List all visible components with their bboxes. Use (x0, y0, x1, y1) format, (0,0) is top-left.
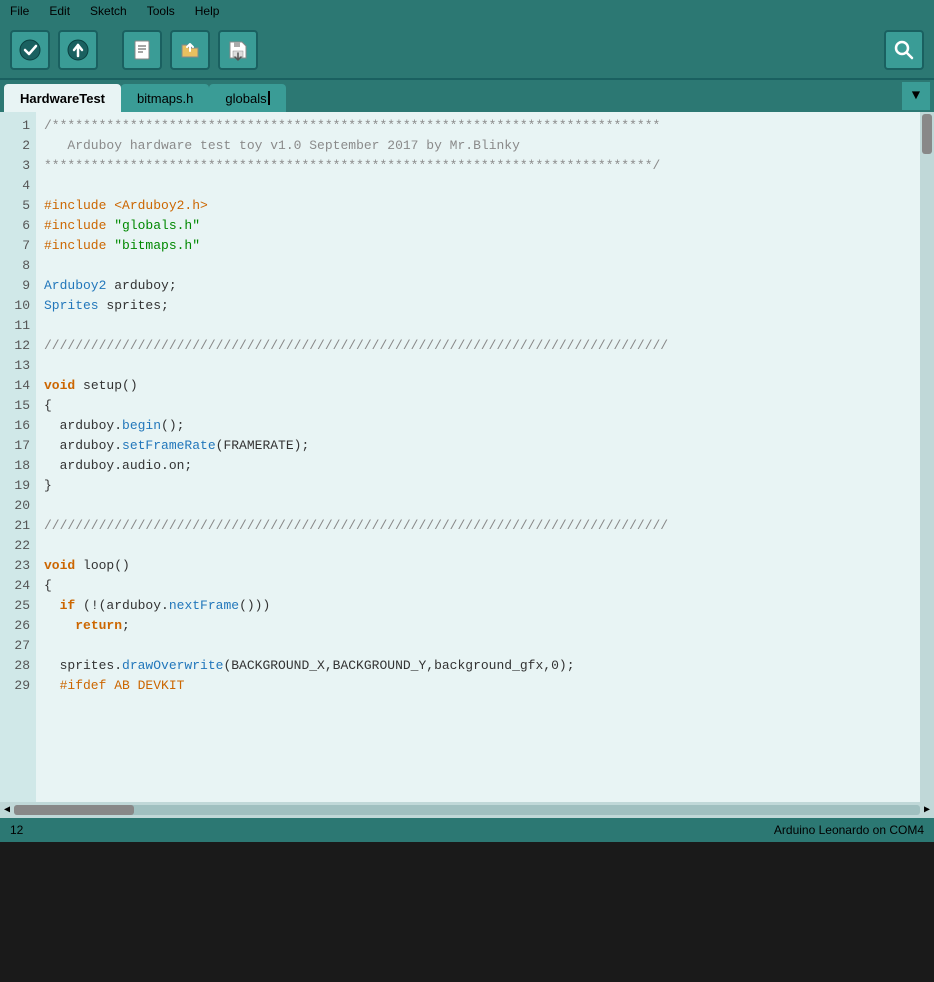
line-num-6: 6 (0, 216, 36, 236)
line-num-19: 19 (0, 476, 36, 496)
code-line-9: Arduboy2 arduboy; (44, 276, 912, 296)
code-line-13 (44, 356, 912, 376)
line-num-11: 11 (0, 316, 36, 336)
line-num-1: 1 (0, 116, 36, 136)
menu-file[interactable]: File (6, 2, 33, 20)
code-line-12: ////////////////////////////////////////… (44, 336, 912, 356)
code-line-8 (44, 256, 912, 276)
line-num-14: 14 (0, 376, 36, 396)
line-num-25: 25 (0, 596, 36, 616)
code-line-15: { (44, 396, 912, 416)
statusbar: 12 Arduino Leonardo on COM4 (0, 818, 934, 842)
line-num-15: 15 (0, 396, 36, 416)
console-area (0, 842, 934, 902)
hscrollbar-track[interactable] (14, 805, 920, 815)
vscrollbar-thumb[interactable] (922, 114, 932, 154)
code-line-5: #include <Arduboy2.h> (44, 196, 912, 216)
hscrollbar-left-button[interactable]: ◀ (0, 802, 14, 818)
menubar: File Edit Sketch Tools Help (0, 0, 934, 22)
verify-button[interactable] (10, 30, 50, 70)
menu-tools[interactable]: Tools (143, 2, 179, 20)
code-line-7: #include "bitmaps.h" (44, 236, 912, 256)
line-numbers: 1 2 3 4 5 6 7 8 9 10 11 12 13 14 15 16 1… (0, 112, 36, 802)
code-line-1: /***************************************… (44, 116, 912, 136)
tabs-bar: HardwareTest bitmaps.h globals ▼ (0, 80, 934, 112)
line-num-23: 23 (0, 556, 36, 576)
code-line-28: sprites.drawOverwrite(BACKGROUND_X,BACKG… (44, 656, 912, 676)
line-num-13: 13 (0, 356, 36, 376)
code-line-4 (44, 176, 912, 196)
code-line-14: void setup() (44, 376, 912, 396)
code-line-2: Arduboy hardware test toy v1.0 September… (44, 136, 912, 156)
status-board-info: Arduino Leonardo on COM4 (774, 823, 924, 837)
code-line-3: ****************************************… (44, 156, 912, 176)
tab-bitmaps[interactable]: bitmaps.h (121, 84, 209, 112)
line-num-26: 26 (0, 616, 36, 636)
line-num-21: 21 (0, 516, 36, 536)
code-line-11 (44, 316, 912, 336)
line-num-4: 4 (0, 176, 36, 196)
code-line-16: arduboy.begin(); (44, 416, 912, 436)
code-line-18: arduboy.audio.on; (44, 456, 912, 476)
save-button[interactable] (218, 30, 258, 70)
code-line-26: return; (44, 616, 912, 636)
search-button[interactable] (884, 30, 924, 70)
menu-sketch[interactable]: Sketch (86, 2, 131, 20)
line-num-16: 16 (0, 416, 36, 436)
line-num-9: 9 (0, 276, 36, 296)
line-num-20: 20 (0, 496, 36, 516)
editor: 1 2 3 4 5 6 7 8 9 10 11 12 13 14 15 16 1… (0, 112, 934, 802)
open-button[interactable] (170, 30, 210, 70)
toolbar (0, 22, 934, 80)
menu-edit[interactable]: Edit (45, 2, 74, 20)
cursor-in-tab (268, 91, 270, 105)
line-num-2: 2 (0, 136, 36, 156)
line-num-24: 24 (0, 576, 36, 596)
line-num-8: 8 (0, 256, 36, 276)
line-num-17: 17 (0, 436, 36, 456)
vertical-scrollbar[interactable] (920, 112, 934, 802)
code-line-6: #include "globals.h" (44, 216, 912, 236)
upload-button[interactable] (58, 30, 98, 70)
tab-globals-label: globals (225, 91, 266, 106)
code-line-10: Sprites sprites; (44, 296, 912, 316)
line-num-29: 29 (0, 676, 36, 696)
tab-dropdown-button[interactable]: ▼ (902, 82, 930, 110)
tab-globals[interactable]: globals (209, 84, 285, 112)
code-line-20 (44, 496, 912, 516)
hscrollbar-thumb[interactable] (14, 805, 134, 815)
line-num-28: 28 (0, 656, 36, 676)
code-line-23: void loop() (44, 556, 912, 576)
status-line-number: 12 (10, 823, 23, 837)
horizontal-scrollbar[interactable]: ◀ ▶ (0, 802, 934, 818)
hscrollbar-right-button[interactable]: ▶ (920, 802, 934, 818)
line-num-5: 5 (0, 196, 36, 216)
line-num-3: 3 (0, 156, 36, 176)
line-num-12: 12 (0, 336, 36, 356)
code-line-27 (44, 636, 912, 656)
tab-hardwaretest[interactable]: HardwareTest (4, 84, 121, 112)
code-line-22 (44, 536, 912, 556)
code-line-19: } (44, 476, 912, 496)
menu-help[interactable]: Help (191, 2, 224, 20)
code-editor[interactable]: /***************************************… (36, 112, 920, 802)
line-num-18: 18 (0, 456, 36, 476)
line-num-7: 7 (0, 236, 36, 256)
code-line-25: if (!(arduboy.nextFrame())) (44, 596, 912, 616)
code-line-24: { (44, 576, 912, 596)
code-line-21: ////////////////////////////////////////… (44, 516, 912, 536)
code-line-17: arduboy.setFrameRate(FRAMERATE); (44, 436, 912, 456)
line-num-27: 27 (0, 636, 36, 656)
line-num-10: 10 (0, 296, 36, 316)
code-line-29: #ifdef AB DEVKIT (44, 676, 912, 696)
line-num-22: 22 (0, 536, 36, 556)
new-button[interactable] (122, 30, 162, 70)
